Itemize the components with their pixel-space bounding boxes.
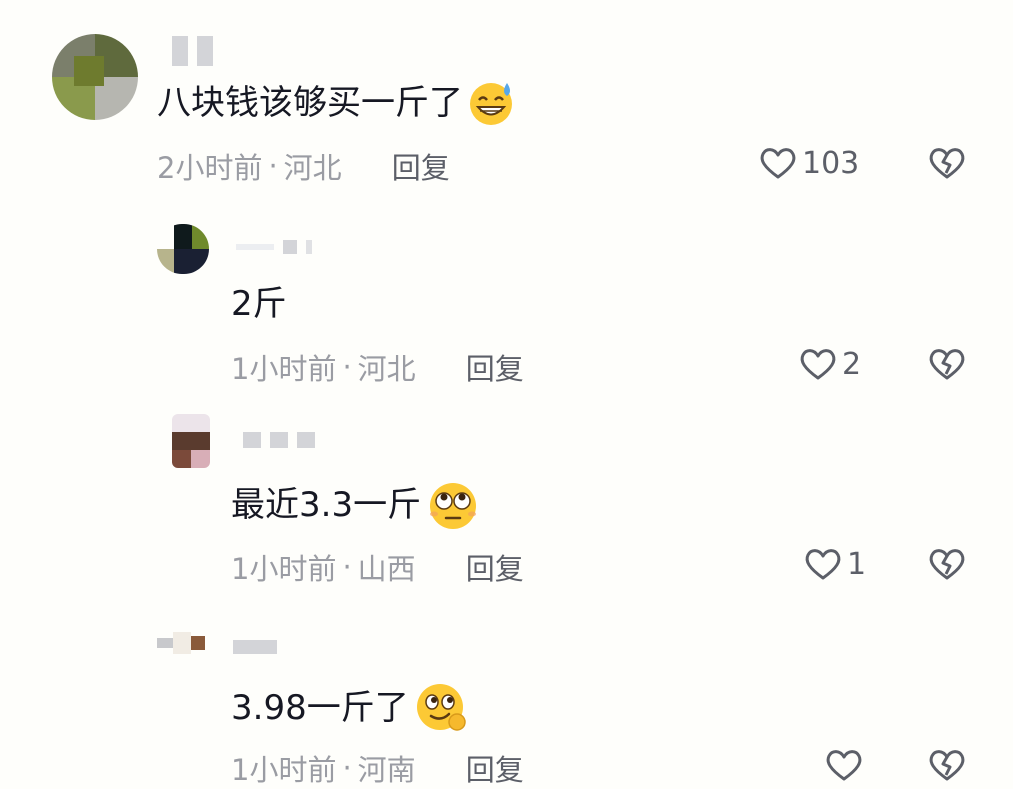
broken-heart-icon xyxy=(926,544,968,584)
like-count: 2 xyxy=(842,346,862,382)
comment-text: 最近3.3一斤 xyxy=(231,480,481,530)
comment-text: 2斤 xyxy=(231,282,287,326)
username[interactable] xyxy=(172,36,213,66)
comment-time: 2小时前 xyxy=(157,151,263,185)
reply-item: 2斤 1小时前 · 河北 回复 2 xyxy=(0,210,1013,400)
comment-time: 1小时前 xyxy=(231,552,337,586)
like-count: 103 xyxy=(802,145,860,181)
username[interactable] xyxy=(243,432,315,448)
dislike-button[interactable] xyxy=(926,544,968,584)
reply-item: 3.98一斤了 1小时前 · 河南 回复 xyxy=(0,610,1013,787)
comment-meta: 2小时前 · 河北 回复 xyxy=(157,145,450,187)
comment-meta: 1小时前 · 河南 回复 xyxy=(231,747,524,789)
comment-location: 河南 xyxy=(357,753,416,787)
smirk-emoji xyxy=(413,682,469,734)
heart-outline-icon xyxy=(803,544,843,584)
dislike-button[interactable] xyxy=(926,344,968,384)
reply-button[interactable]: 回复 xyxy=(466,747,524,789)
like-count: 1 xyxy=(847,546,867,582)
comment-location: 山西 xyxy=(357,552,416,586)
reply-button[interactable]: 回复 xyxy=(466,546,524,588)
comment-location: 河北 xyxy=(283,151,342,185)
like-button[interactable]: 2 xyxy=(798,344,861,384)
username[interactable] xyxy=(233,640,277,654)
meta-separator: · xyxy=(342,350,352,384)
username[interactable] xyxy=(236,240,312,254)
avatar[interactable] xyxy=(172,414,210,468)
heart-outline-icon xyxy=(798,344,838,384)
reply-button[interactable]: 回复 xyxy=(392,145,450,187)
avatar[interactable] xyxy=(157,224,209,274)
dislike-button[interactable] xyxy=(926,745,968,785)
like-button[interactable] xyxy=(824,745,868,785)
comment-item: 八块钱该够买一斤了 2小时前 · 河北 回复 103 xyxy=(0,0,1013,200)
avatar[interactable] xyxy=(52,34,138,120)
broken-heart-icon xyxy=(926,745,968,785)
broken-heart-icon xyxy=(926,344,968,384)
comment-time: 1小时前 xyxy=(231,753,337,787)
eye-roll-emoji xyxy=(425,480,481,530)
heart-outline-icon xyxy=(758,143,798,183)
reply-button[interactable]: 回复 xyxy=(466,346,524,388)
broken-heart-icon xyxy=(926,143,968,183)
avatar[interactable] xyxy=(157,622,209,664)
heart-outline-icon xyxy=(824,745,864,785)
comment-meta: 1小时前 · 河北 回复 xyxy=(231,346,524,388)
comment-time: 1小时前 xyxy=(231,352,337,386)
comment-body: 2斤 xyxy=(231,284,287,324)
reply-item: 最近3.3一斤 1小时前 · 山西 回复 1 xyxy=(0,400,1013,600)
dislike-button[interactable] xyxy=(926,143,968,183)
comment-meta: 1小时前 · 山西 回复 xyxy=(231,546,524,588)
meta-separator: · xyxy=(342,751,352,785)
grinning-sweat-emoji xyxy=(467,80,517,126)
comment-body: 八块钱该够买一斤了 xyxy=(157,83,463,123)
comment-location: 河北 xyxy=(357,352,416,386)
comment-body: 最近3.3一斤 xyxy=(231,485,422,525)
like-button[interactable]: 103 xyxy=(758,143,859,183)
meta-separator: · xyxy=(342,550,352,584)
comment-text: 八块钱该够买一斤了 xyxy=(157,80,517,126)
meta-separator: · xyxy=(268,149,278,183)
comment-text: 3.98一斤了 xyxy=(231,682,469,734)
like-button[interactable]: 1 xyxy=(803,544,866,584)
comment-body: 3.98一斤了 xyxy=(231,688,409,728)
